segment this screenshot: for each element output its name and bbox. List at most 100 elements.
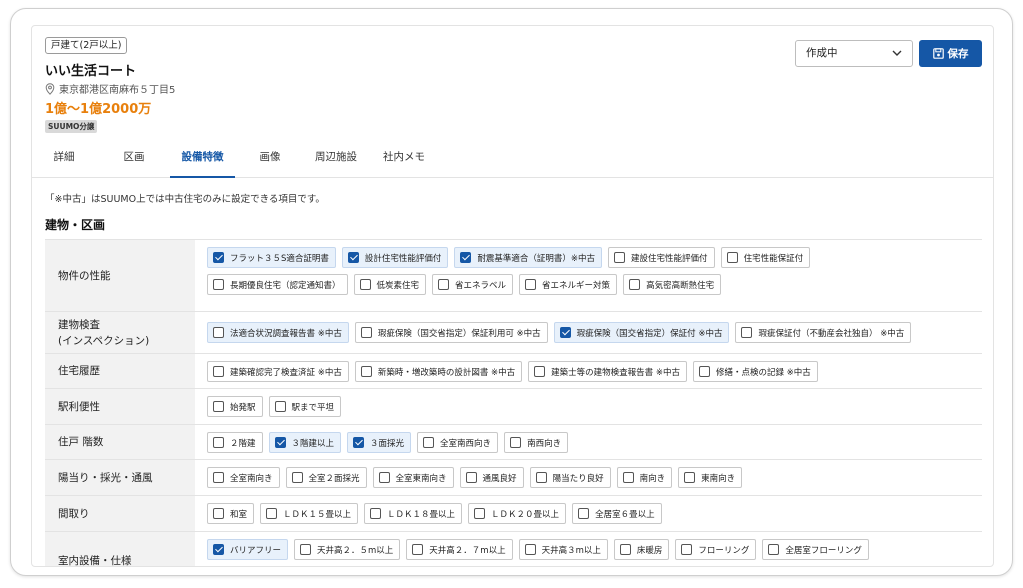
feature-checkbox-option[interactable]: フラット３５S適合証明書 [207, 247, 336, 268]
checkbox-icon[interactable] [360, 366, 372, 377]
feature-checkbox-option[interactable]: 陽当たり良好 [529, 467, 611, 488]
feature-checkbox-option[interactable]: 低炭素住宅 [353, 274, 427, 295]
checkbox-icon[interactable] [300, 544, 312, 555]
checkbox-icon[interactable] [213, 437, 224, 448]
feature-checkbox-option[interactable]: 東南向き [678, 467, 743, 488]
checkbox-checked-icon[interactable] [274, 437, 286, 448]
feature-checkbox-option[interactable]: 全室南西向き [417, 432, 499, 453]
feature-checkbox-option[interactable]: ２階建 [207, 432, 263, 453]
checkbox-icon[interactable] [614, 252, 626, 263]
feature-checkbox-option[interactable]: 南西向き [504, 432, 569, 453]
checkbox-icon[interactable] [274, 401, 286, 412]
tab-details[interactable]: 詳細 [44, 144, 84, 178]
checkbox-checked-icon[interactable] [353, 437, 365, 448]
feature-checkbox-option[interactable]: 瑕疵保険（国交省指定）保証付 ※中古 [553, 322, 730, 343]
checkbox-icon[interactable] [465, 472, 477, 483]
checkbox-icon[interactable] [726, 252, 738, 263]
feature-checkbox-option[interactable]: 天井高３m以上 [518, 539, 608, 560]
tab-equipment-features[interactable]: 設備特徴 [170, 144, 235, 178]
checkbox-icon[interactable] [578, 508, 590, 519]
status-select[interactable]: 作成中 [795, 40, 913, 67]
checkbox-icon[interactable] [213, 508, 224, 519]
feature-checkbox-option[interactable]: 省エネルギー対策 [519, 274, 618, 295]
checkbox-icon[interactable] [741, 327, 753, 338]
feature-checkbox-option[interactable]: 床暖房 [613, 539, 670, 560]
feature-checkbox-option[interactable]: 耐震基準適合（証明書）※中古 [454, 247, 603, 268]
checkbox-icon[interactable] [266, 508, 278, 519]
checkbox-icon[interactable] [698, 366, 710, 377]
feature-checkbox-option[interactable]: 建築確認完了検査済証 ※中古 [207, 361, 349, 382]
feature-checkbox-option[interactable]: 高気密高断熱住宅 [623, 274, 722, 295]
checkbox-icon[interactable] [525, 279, 537, 290]
save-button[interactable]: 保存 [919, 40, 982, 67]
checkbox-icon[interactable] [423, 437, 435, 448]
option-label: 全居室６畳以上 [595, 509, 655, 520]
feature-checkbox-option[interactable]: 省エネラベル [432, 274, 514, 295]
checkbox-icon[interactable] [213, 279, 224, 290]
feature-checkbox-option[interactable]: 修繕・点検の記録 ※中古 [692, 361, 818, 382]
checkbox-checked-icon[interactable] [213, 544, 224, 555]
feature-checkbox-option[interactable]: ＬＤＫ１５畳以上 [260, 503, 359, 524]
tab-internal-memo[interactable]: 社内メモ [376, 144, 432, 178]
checkbox-icon[interactable] [684, 472, 696, 483]
checkbox-icon[interactable] [213, 366, 224, 377]
checkbox-icon[interactable] [535, 472, 547, 483]
checkbox-icon[interactable] [213, 472, 224, 483]
feature-checkbox-option[interactable]: 南向き [616, 467, 673, 488]
checkbox-checked-icon[interactable] [347, 252, 359, 263]
feature-checkbox-option[interactable]: 天井高２．７m以上 [406, 539, 513, 560]
feature-checkbox-option[interactable]: 新築時・増改築時の設計図書 ※中古 [354, 361, 523, 382]
section-title: 建物・区画 [45, 218, 106, 232]
tab-lots[interactable]: 区画 [114, 144, 154, 178]
checkbox-icon[interactable] [213, 401, 224, 412]
feature-checkbox-option[interactable]: 全室南向き [207, 467, 280, 488]
checkbox-icon[interactable] [768, 544, 780, 555]
checkbox-icon[interactable] [524, 544, 536, 555]
option-label: 全居室フローリング [785, 545, 862, 556]
feature-checkbox-option[interactable]: 通風良好 [459, 467, 524, 488]
checkbox-icon[interactable] [622, 472, 634, 483]
feature-checkbox-option[interactable]: 全居室フローリング [762, 539, 869, 560]
tab-images[interactable]: 画像 [250, 144, 290, 178]
checkbox-icon[interactable] [474, 508, 486, 519]
feature-checkbox-option[interactable]: ３階建以上 [268, 432, 342, 453]
feature-checkbox-option[interactable]: 全室２面採光 [285, 467, 367, 488]
feature-checkbox-option[interactable]: 天井高２．５m以上 [294, 539, 401, 560]
feature-checkbox-option[interactable]: 全室東南向き [372, 467, 454, 488]
feature-checkbox-option[interactable]: 駅まで平坦 [268, 396, 342, 417]
feature-checkbox-option[interactable]: 瑕疵保証付（不動産会社独自） ※中古 [735, 322, 912, 343]
checkbox-icon[interactable] [370, 508, 382, 519]
feature-checkbox-option[interactable]: バリアフリー [207, 539, 289, 560]
checkbox-checked-icon[interactable] [559, 327, 571, 338]
feature-checkbox-option[interactable]: ＬＤＫ１８畳以上 [364, 503, 463, 524]
feature-checkbox-option[interactable]: 建築士等の建物検査報告書 ※中古 [528, 361, 687, 382]
feature-checkbox-option[interactable]: 法適合状況調査報告書 ※中古 [207, 322, 349, 343]
feature-checkbox-option[interactable]: ＬＤＫ２０畳以上 [468, 503, 567, 524]
feature-checkbox-option[interactable]: ３面採光 [347, 432, 412, 453]
checkbox-icon[interactable] [378, 472, 390, 483]
checkbox-icon[interactable] [412, 544, 424, 555]
checkbox-icon[interactable] [629, 279, 641, 290]
feature-checkbox-option[interactable]: 設計住宅性能評価付 [341, 247, 449, 268]
checkbox-icon[interactable] [681, 544, 693, 555]
checkbox-checked-icon[interactable] [213, 252, 224, 263]
checkbox-icon[interactable] [438, 279, 450, 290]
feature-row: 建物検査 (インスペクション) 法適合状況調査報告書 ※中古 瑕疵保険（国交省指定）… [45, 311, 982, 353]
checkbox-icon[interactable] [213, 327, 224, 338]
checkbox-icon[interactable] [619, 544, 631, 555]
feature-checkbox-option[interactable]: 和室 [207, 503, 255, 524]
feature-checkbox-option[interactable]: 瑕疵保険（国交省指定）保証利用可 ※中古 [354, 322, 548, 343]
checkbox-icon[interactable] [359, 279, 371, 290]
feature-checkbox-option[interactable]: 全居室６畳以上 [572, 503, 662, 524]
feature-checkbox-option[interactable]: フローリング [675, 539, 757, 560]
feature-checkbox-option[interactable]: 住宅性能保証付 [720, 247, 811, 268]
feature-checkbox-option[interactable]: 長期優良住宅（認定通知書） [207, 274, 348, 295]
feature-checkbox-option[interactable]: 始発駅 [207, 396, 263, 417]
feature-checkbox-option[interactable]: 建設住宅性能評価付 [608, 247, 715, 268]
checkbox-icon[interactable] [510, 437, 522, 448]
tab-nearby-facilities[interactable]: 周辺施設 [308, 144, 364, 178]
checkbox-icon[interactable] [360, 327, 372, 338]
checkbox-icon[interactable] [291, 472, 303, 483]
checkbox-checked-icon[interactable] [460, 252, 472, 263]
checkbox-icon[interactable] [534, 366, 546, 377]
